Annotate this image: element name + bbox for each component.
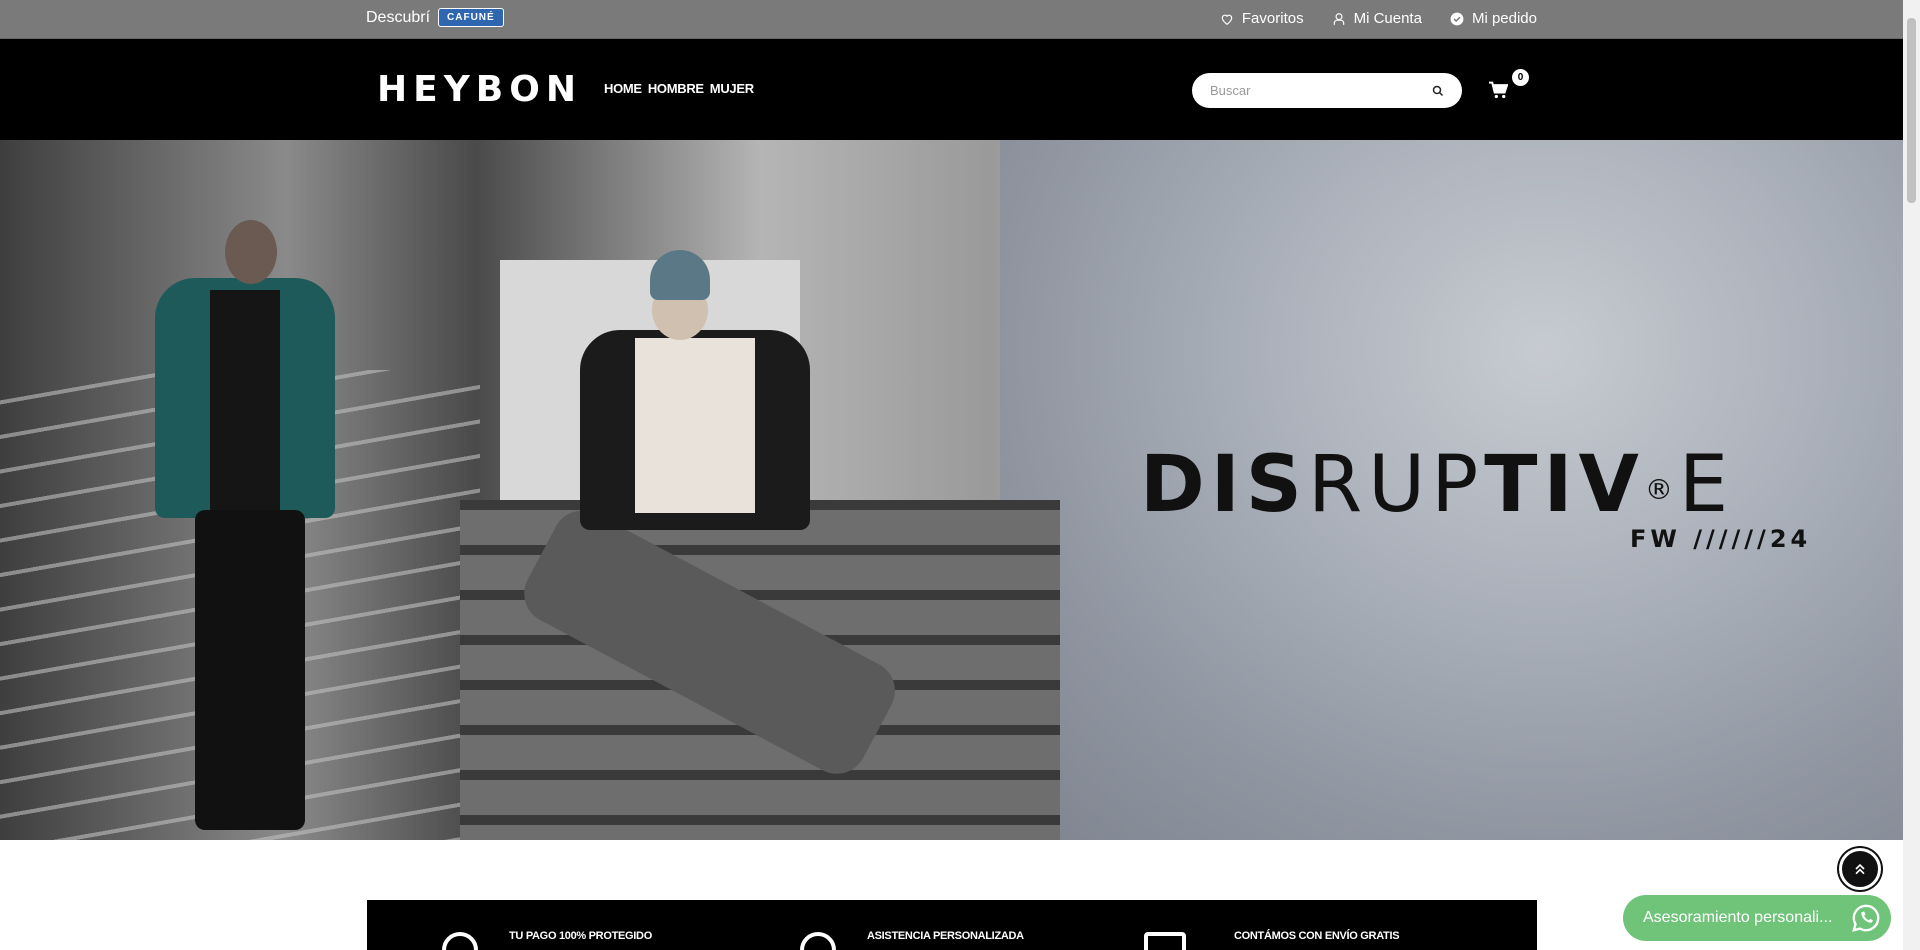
feature-label: TU PAGO 100% PROTEGIDO (509, 930, 652, 942)
main-header: HEYBON HOME HOMBRE MUJER 0 (0, 39, 1903, 140)
scrollbar-thumb[interactable] (1907, 18, 1916, 203)
hero-model-sitting (513, 250, 1060, 840)
nav-home[interactable]: HOME (604, 81, 642, 96)
favorites-link[interactable]: Favoritos (1220, 10, 1304, 27)
nav-hombre[interactable]: HOMBRE (648, 81, 704, 96)
search-box (1192, 73, 1462, 108)
scroll-to-top-button[interactable] (1839, 848, 1881, 890)
account-label: Mi Cuenta (1353, 10, 1422, 27)
hero-title-symbol: ® (1644, 473, 1679, 507)
chat-label: Asesoramiento personali... (1643, 909, 1833, 926)
hero-banner[interactable]: DISRUPTIV®E FW //////24 (0, 140, 1903, 840)
hero-title-part-2: RUP (1307, 440, 1485, 530)
shield-icon (442, 932, 478, 950)
cart-count-badge: 0 (1512, 69, 1529, 86)
order-label: Mi pedido (1471, 10, 1537, 27)
cafune-badge[interactable]: CAFUNÉ (438, 8, 504, 27)
whatsapp-icon (1852, 904, 1880, 932)
favorites-label: Favoritos (1241, 10, 1304, 27)
hero-title-part-1: DIS (1140, 440, 1308, 530)
hero-title-part-3: TIV (1484, 440, 1645, 530)
cart-icon[interactable] (1488, 81, 1508, 99)
main-nav: HOME HOMBRE MUJER (604, 81, 754, 96)
nav-mujer[interactable]: MUJER (710, 81, 754, 96)
features-bar: TU PAGO 100% PROTEGIDO ASISTENCIA PERSON… (367, 900, 1537, 950)
heart-icon (1221, 14, 1233, 25)
whatsapp-chat-button[interactable]: Asesoramiento personali... (1623, 895, 1891, 941)
feature-label: ASISTENCIA PERSONALIZADA (867, 930, 1024, 942)
headset-icon (800, 932, 836, 950)
check-circle-icon (1450, 12, 1464, 25)
double-chevron-up-icon (1855, 863, 1865, 875)
hero-title-part-4: E (1678, 440, 1735, 530)
feature-label: CONTÁMOS CON ENVÍO GRATIS (1234, 930, 1400, 942)
page-scrollbar[interactable] (1903, 0, 1920, 950)
page: Descubrí CAFUNÉ Favoritos Mi Cuenta Mi p… (0, 0, 1920, 950)
account-link[interactable]: Mi Cuenta (1332, 10, 1422, 27)
top-bar: Descubrí CAFUNÉ Favoritos Mi Cuenta Mi p… (0, 0, 1903, 39)
hero-subtitle: FW //////24 (1630, 525, 1812, 553)
truck-icon (1144, 932, 1186, 950)
top-links: Favoritos Mi Cuenta Mi pedido (1220, 10, 1537, 27)
order-link[interactable]: Mi pedido (1450, 10, 1537, 27)
discover-promo[interactable]: Descubrí CAFUNÉ (366, 8, 504, 27)
discover-label: Descubrí (366, 8, 431, 26)
search-icon[interactable] (1432, 85, 1444, 97)
hero-title: DISRUPTIV®E (1140, 440, 1734, 530)
heybon-logo[interactable]: HEYBON (377, 69, 582, 110)
user-icon (1333, 12, 1344, 25)
hero-model-standing (100, 220, 335, 840)
search-input[interactable] (1210, 83, 1432, 98)
